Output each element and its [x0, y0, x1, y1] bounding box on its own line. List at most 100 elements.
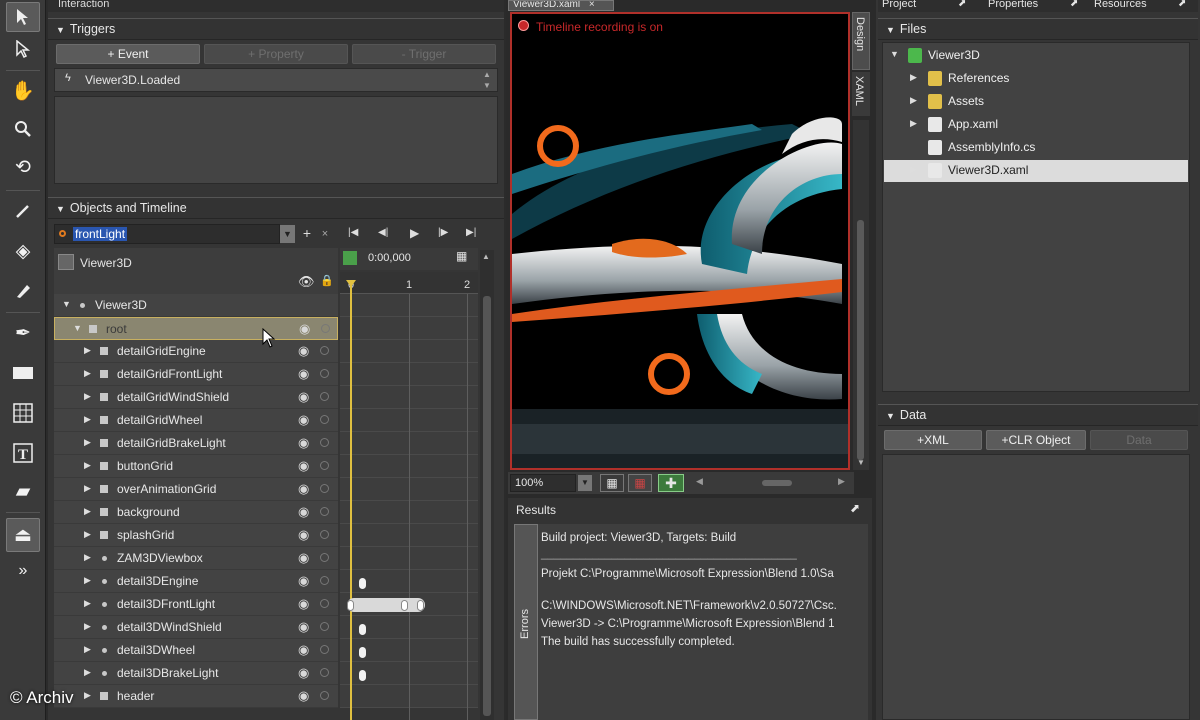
lock-toggle-icon[interactable] — [320, 599, 329, 608]
direct-selection-tool-icon[interactable] — [6, 34, 40, 64]
storyboard-dropdown-icon[interactable]: ▼ — [280, 225, 295, 243]
lock-toggle-icon[interactable] — [320, 645, 329, 654]
tree-row[interactable]: ▶ detailGridWindShield ◉ — [54, 386, 338, 409]
tab-properties[interactable]: Properties — [988, 0, 1038, 10]
visibility-toggle-icon[interactable]: ◉ — [298, 435, 309, 451]
storyboard-picker[interactable]: frontLight — [54, 224, 280, 244]
lock-toggle-icon[interactable] — [321, 324, 330, 333]
expand-arrow-icon[interactable]: ▶ — [84, 552, 91, 563]
keyframe[interactable] — [359, 670, 366, 681]
pin-panel-icon[interactable]: ⬈ — [1178, 0, 1186, 9]
time-ruler[interactable]: 0 1 2 — [340, 272, 478, 294]
lock-toggle-icon[interactable] — [320, 346, 329, 355]
collapse-arrow-icon[interactable]: ▼ — [56, 25, 65, 35]
scroll-arrows-icon[interactable]: ▲ ▼ — [483, 69, 491, 91]
visibility-toggle-icon[interactable]: ◉ — [298, 458, 309, 474]
hotspot-ring-icon[interactable] — [537, 125, 579, 167]
visibility-toggle-icon[interactable]: ◉ — [298, 642, 309, 658]
file-item[interactable]: ▶ App.xaml — [884, 114, 1188, 136]
data-button[interactable]: Data — [1090, 430, 1188, 450]
lock-toggle-icon[interactable] — [320, 392, 329, 401]
expand-toolbox-icon[interactable]: » — [6, 556, 40, 586]
zoom-field[interactable]: 100% — [510, 474, 576, 492]
keyframe[interactable] — [347, 600, 354, 611]
trigger-item[interactable]: Viewer3D.Loaded — [85, 73, 180, 87]
visibility-toggle-icon[interactable]: ◉ — [298, 481, 309, 497]
visibility-toggle-icon[interactable]: ◉ — [298, 573, 309, 589]
visibility-toggle-icon[interactable]: ◉ — [298, 389, 309, 405]
scroll-thumb[interactable] — [483, 296, 491, 716]
data-header[interactable]: ▼ Data — [878, 404, 1198, 426]
hotspot-ring-icon[interactable] — [648, 353, 690, 395]
pin-panel-icon[interactable]: ⬈ — [958, 0, 966, 9]
rectangle-tool-icon[interactable] — [6, 358, 40, 388]
add-event-button[interactable]: + Event — [56, 44, 200, 64]
visibility-toggle-icon[interactable]: ◉ — [298, 504, 309, 520]
pan-tool-icon[interactable]: ✋ — [6, 76, 40, 106]
tree-row[interactable]: ▼ root ◉ — [54, 317, 338, 340]
tree-row[interactable]: ▶ splashGrid ◉ — [54, 524, 338, 547]
expand-arrow-icon[interactable]: ▶ — [84, 345, 91, 356]
snap-to-grid-icon[interactable]: ▦ — [628, 474, 652, 492]
visibility-toggle-icon[interactable]: ◉ — [298, 619, 309, 635]
tree-row[interactable]: ▶ detailGridBrakeLight ◉ — [54, 432, 338, 455]
previous-frame-icon[interactable]: ◀| — [378, 227, 388, 238]
artboard-vertical-scrollbar[interactable]: ▼ — [853, 120, 869, 470]
lock-all-icon[interactable]: 🔒 — [320, 274, 334, 287]
tree-row[interactable]: ▶ header ◉ — [54, 685, 338, 708]
visibility-toggle-icon[interactable]: ◉ — [298, 366, 309, 382]
close-tab-icon[interactable]: × — [589, 1, 595, 10]
collapse-arrow-icon[interactable]: ▼ — [62, 299, 71, 309]
expand-arrow-icon[interactable]: ▶ — [910, 95, 917, 106]
pin-panel-icon[interactable]: ⬈ — [1070, 0, 1078, 9]
eyedropper-tool-icon[interactable] — [6, 196, 40, 226]
visibility-toggle-icon[interactable]: ◉ — [298, 412, 309, 428]
lock-toggle-icon[interactable] — [320, 415, 329, 424]
visibility-toggle-icon[interactable]: ◉ — [299, 321, 310, 337]
scroll-up-icon[interactable]: ▲ — [482, 252, 490, 261]
expand-arrow-icon[interactable]: ▶ — [84, 621, 91, 632]
visibility-toggle-icon[interactable]: ◉ — [298, 688, 309, 704]
tab-resources[interactable]: Resources — [1094, 0, 1147, 10]
collapse-arrow-icon[interactable]: ▼ — [886, 411, 895, 421]
snap-to-snaplines-icon[interactable]: ✚ — [658, 474, 684, 492]
errors-tab[interactable]: Errors — [514, 524, 538, 720]
tree-row[interactable]: ▶ detailGridWheel ◉ — [54, 409, 338, 432]
xaml-view-tab[interactable]: XAML — [852, 72, 870, 116]
visibility-toggle-icon[interactable]: ◉ — [298, 665, 309, 681]
expand-arrow-icon[interactable]: ▶ — [910, 72, 917, 83]
play-icon[interactable]: ▶ — [410, 226, 419, 240]
keyframe-span[interactable] — [347, 598, 425, 612]
tree-row[interactable]: ▶ detail3DEngine ◉ — [54, 570, 338, 593]
expand-arrow-icon[interactable]: ▶ — [84, 437, 91, 448]
lock-toggle-icon[interactable] — [320, 622, 329, 631]
expand-arrow-icon[interactable]: ▶ — [84, 690, 91, 701]
triggers-header[interactable]: ▼ Triggers — [48, 18, 504, 40]
expand-arrow-icon[interactable]: ▶ — [84, 575, 91, 586]
last-frame-icon[interactable]: ▶| — [466, 227, 476, 238]
design-view-tab[interactable]: Design — [852, 12, 870, 70]
add-clr-object-button[interactable]: +CLR Object — [986, 430, 1086, 450]
expand-arrow-icon[interactable]: ▶ — [84, 598, 91, 609]
close-storyboard-icon[interactable]: × — [318, 225, 332, 243]
remove-trigger-button[interactable]: - Trigger — [352, 44, 496, 64]
add-xml-button[interactable]: +XML — [884, 430, 982, 450]
expand-arrow-icon[interactable]: ▶ — [84, 460, 91, 471]
brush-transform-tool-icon[interactable] — [6, 276, 40, 306]
show-grid-icon[interactable]: ▦ — [600, 474, 624, 492]
lock-toggle-icon[interactable] — [320, 507, 329, 516]
text-tool-icon[interactable]: T — [6, 438, 40, 468]
tree-row[interactable]: ▶ overAnimationGrid ◉ — [54, 478, 338, 501]
file-item[interactable]: AssemblyInfo.cs — [884, 137, 1188, 159]
playhead-marker-icon[interactable] — [346, 280, 356, 287]
tree-row[interactable]: ▶ detail3DFrontLight ◉ — [54, 593, 338, 616]
keyframe[interactable] — [359, 578, 366, 589]
zoom-dropdown-icon[interactable]: ▼ — [578, 475, 592, 491]
expand-arrow-icon[interactable]: ▶ — [84, 368, 91, 379]
expand-arrow-icon[interactable]: ▶ — [910, 118, 917, 129]
paint-bucket-tool-icon[interactable]: ◈ — [6, 236, 40, 266]
document-tab[interactable]: Viewer3D.xaml × — [508, 0, 614, 11]
collapse-arrow-icon[interactable]: ▼ — [886, 25, 895, 35]
scroll-thumb[interactable] — [857, 220, 864, 460]
expand-arrow-icon[interactable]: ▶ — [84, 483, 91, 494]
